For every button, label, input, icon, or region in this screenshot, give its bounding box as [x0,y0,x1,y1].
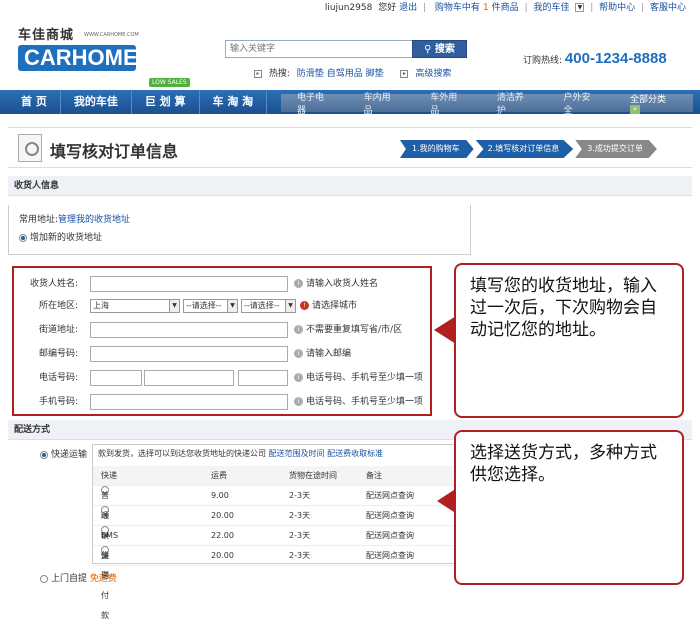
address-form: 收货人姓名: i 请输入收货人姓名 所在地区: 上海 ▼ --请选择-- ▼ --请选… [12,266,432,416]
search-button[interactable]: ⚲ 搜索 [412,40,467,58]
table-row[interactable]: 顺丰快递 20.00 2-3天 配送网点查询 [93,506,456,580]
name-label: 收货人姓名: [29,279,78,289]
nav-my-carhome[interactable]: 我的车佳 [61,90,132,114]
hot-search: ▸ 热搜: 防滑垫 自驾用品 脚垫 ▸ 高级搜索 [254,66,451,79]
table-row[interactable]: 货到付款 20.00 2-3天 配送网点查询 [93,546,456,620]
nav-deals[interactable]: 巨 划 算 [132,90,200,114]
pickup-radio[interactable] [40,574,48,583]
nav-taotao[interactable]: 车 淘 淘 [200,90,268,114]
search-icon: ⚲ [424,44,435,55]
logo[interactable]: 车佳商城 WWW.CARHOME.COM CARHOME [18,24,139,71]
hot-item[interactable]: 防滑垫 [297,69,324,79]
logo-url: WWW.CARHOME.COM [84,32,139,38]
error-icon: ! [300,301,309,310]
zip-label: 邮编号码: [38,349,78,359]
hot-item[interactable]: 脚垫 [366,69,384,79]
coverage-link[interactable]: 配送范围及时间 [269,449,325,458]
nav-interior[interactable]: 车内用品 [348,90,415,116]
step-submit: 3.成功提交订单 [575,140,657,158]
info-icon: i [294,397,303,406]
city-select[interactable]: --请选择-- ▼ [183,299,238,313]
shipping-table: 快递 运费 货物在途时间 备注 普通快递 9.00 2-3天 配送网点查询 顺丰… [93,466,456,620]
cart-count: 1 [482,3,489,13]
search-input[interactable] [226,41,410,57]
manage-address-link[interactable]: 管理我的收货地址 [58,215,130,225]
nav-cleaning[interactable]: 清洁养护 [481,90,548,116]
logout-link[interactable]: 退出 [399,3,417,13]
pickup-option[interactable]: 上门自提 免运费 [40,571,117,584]
step-cart: 1.我的购物车 [400,140,474,158]
page-title: 填写核对订单信息 [50,142,179,161]
logo-en: CARHOME [18,45,138,71]
magnifier-document-icon [18,134,42,162]
express-radio[interactable] [40,450,48,459]
nav-electronics[interactable]: 电子电器 [281,90,348,116]
phone-number-input[interactable] [144,370,234,386]
service-center-link[interactable]: 客服中心 [650,3,686,13]
arrow-right-icon: » [630,104,641,114]
name-input[interactable] [90,276,288,292]
phone-label: 电话号码: [38,373,78,383]
nav-outdoor[interactable]: 户外安全 [547,90,614,116]
low-sales-badge: LOW SALES [149,78,190,87]
phone-ext-input[interactable] [238,370,288,386]
advanced-search-link[interactable]: 高级搜索 [415,69,451,79]
nav-all-categories[interactable]: 全部分类 » [614,92,693,115]
my-carhome-link[interactable]: 我的车佳 [533,3,569,13]
shipping-box: 款到发货，选择可以到达您收货地址的快递公司 配送范围及时间 配送费收取标准 快递… [92,444,457,620]
shipping-callout: 选择送货方式，多种方式供您选择。 [454,430,684,585]
add-address-radio[interactable] [19,233,27,242]
help-center-link[interactable]: 帮助中心 [599,3,635,13]
address-callout: 填写您的收货地址，输入过一次后，下次购物会自动记忆您的地址。 [454,263,684,418]
chevron-down-icon: ▼ [169,300,179,312]
table-row[interactable]: EMS 22.00 2-3天 配送网点查询 [93,526,456,546]
search-bar: ⚲ 搜索 [225,40,467,58]
table-row[interactable]: 普通快递 9.00 2-3天 配送网点查询 [93,486,456,560]
nav-exterior[interactable]: 车外用品 [414,90,481,116]
express-option[interactable]: 快递运输 [40,447,87,460]
chevron-down-icon: ▼ [285,300,295,312]
callout-pointer [434,316,456,344]
region-label: 所在地区: [38,301,78,311]
fee-standard-link[interactable]: 配送费收取标准 [327,449,383,458]
hot-item[interactable]: 自驾用品 [327,69,363,79]
hot-icon: ▸ [254,69,262,78]
step-fill-order: 2.填写核对订单信息 [475,140,574,158]
address-box: 常用地址:管理我的收货地址 增加新的收货地址 [8,205,471,255]
progress-steps: 1.我的购物车 2.填写核对订单信息 3.成功提交订单 [400,140,659,158]
free-shipping-label: 免运费 [89,574,117,584]
greeting: 您好 [378,3,397,13]
cart-link[interactable]: 购物车中有 1 件商品 [432,3,519,13]
info-icon: i [294,325,303,334]
nav-home[interactable]: 首 页 [8,90,61,114]
info-icon: i [294,373,303,382]
province-select[interactable]: 上海 ▼ [90,299,180,313]
phone-area-input[interactable] [90,370,142,386]
main-nav: 首 页 我的车佳 巨 划 算 车 淘 淘 电子电器 车内用品 车外用品 清洁养护… [0,90,700,116]
top-bar: liujun2958 您好 退出 | 购物车中有 1 件商品 | 我的车佳 ▼ | … [324,3,686,13]
info-icon: i [294,279,303,288]
shipping-note: 款到发货，选择可以到达您收货地址的快递公司 配送范围及时间 配送费收取标准 [98,449,384,458]
hotline: 订购热线: 400-1234-8888 [523,50,667,67]
mobile-label: 手机号码: [38,397,78,407]
table-header: 快递 运费 货物在途时间 备注 [93,466,456,486]
mobile-input[interactable] [90,394,288,410]
order-title-area: 填写核对订单信息 1.我的购物车 2.填写核对订单信息 3.成功提交订单 [8,127,692,168]
category-nav: 电子电器 车内用品 车外用品 清洁养护 户外安全 全部分类 » [281,92,693,116]
advanced-icon: ▸ [400,69,409,78]
chevron-down-icon: ▼ [227,300,237,312]
hotline-number: 400-1234-8888 [564,50,667,67]
street-input[interactable] [90,322,288,338]
receiver-section-title: 收货人信息 [8,176,692,196]
zip-input[interactable] [90,346,288,362]
username: liujun2958 [324,3,373,13]
chevron-down-icon[interactable]: ▼ [575,3,585,12]
district-select[interactable]: --请选择-- ▼ [241,299,296,313]
info-icon: i [294,349,303,358]
street-label: 街道地址: [38,325,78,335]
